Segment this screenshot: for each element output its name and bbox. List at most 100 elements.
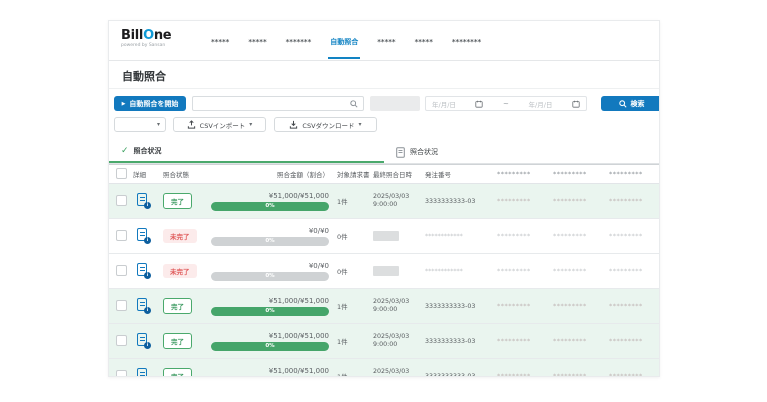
- search-button[interactable]: 検索: [601, 96, 660, 111]
- masked-cell: *********: [495, 302, 551, 310]
- masked-cell: *********: [551, 267, 607, 275]
- search-input[interactable]: [192, 96, 364, 111]
- nav-item-3[interactable]: *******: [284, 24, 314, 58]
- progress-bar: 0%: [211, 377, 329, 378]
- masked-cell: *********: [551, 337, 607, 345]
- doc-line: [140, 197, 145, 198]
- nav-item-auto-reconciliation[interactable]: 自動照合: [328, 23, 360, 59]
- row-checkbox[interactable]: [116, 230, 127, 241]
- invoice-detail-icon[interactable]: i: [137, 298, 150, 313]
- tab-label: 照合状況: [410, 147, 438, 157]
- row-amount-cell: ¥51,000/¥51,000 0%: [205, 367, 335, 378]
- amount-text: ¥0/¥0: [207, 262, 329, 270]
- doc-line: [140, 235, 145, 236]
- row-checkbox-cell: [109, 335, 131, 348]
- invoice-detail-icon[interactable]: i: [137, 368, 150, 378]
- time-line: 9:00:00: [373, 341, 423, 350]
- row-detail-cell: i: [131, 333, 161, 350]
- masked-date-placeholder: [373, 231, 399, 241]
- table-row[interactable]: i 完了 ¥51,000/¥51,000 0% 1件 2025/03/039:0…: [109, 184, 659, 219]
- invoice-detail-icon[interactable]: i: [137, 193, 150, 208]
- time-line: 9:00:00: [373, 306, 423, 315]
- csv-download-button[interactable]: CSVダウンロード ▾: [274, 117, 377, 132]
- order-number: ************: [423, 233, 495, 240]
- amount-text: ¥0/¥0: [207, 227, 329, 235]
- info-badge-icon: i: [144, 342, 151, 349]
- table-row[interactable]: i 完了 ¥51,000/¥51,000 0% 1件 2025/03/039:0…: [109, 359, 659, 377]
- nav-item-5[interactable]: *****: [375, 24, 397, 58]
- date-range-input[interactable]: 年/月/日 ~ 年/月/日: [425, 96, 587, 111]
- row-amount-cell: ¥0/¥0 0%: [205, 227, 335, 246]
- row-checkbox-cell: [109, 230, 131, 243]
- last-matched-datetime: 2025/03/039:00:00: [371, 298, 423, 315]
- logo-text: BillOne: [121, 29, 171, 42]
- date-from-placeholder[interactable]: 年/月/日: [432, 99, 456, 109]
- date-line: 2025/03/03: [373, 333, 423, 342]
- status-badge: 完了: [163, 298, 192, 314]
- masked-cell: *********: [607, 372, 659, 377]
- masked-cell: *********: [495, 372, 551, 377]
- row-detail-cell: i: [131, 193, 161, 210]
- row-checkbox[interactable]: [116, 195, 127, 206]
- date-to-placeholder[interactable]: 年/月/日: [529, 99, 553, 109]
- nav-item-7[interactable]: ********: [450, 24, 483, 58]
- header-masked-2: *********: [551, 170, 607, 178]
- select-all-checkbox[interactable]: [116, 168, 127, 179]
- doc-line: [140, 337, 145, 338]
- table-row[interactable]: i 未完了 ¥0/¥0 0% 0件 ************ *********…: [109, 254, 659, 289]
- invoice-detail-icon[interactable]: i: [137, 228, 150, 243]
- tab-reconciliation-status-active[interactable]: ✓ 照合状況: [109, 141, 384, 163]
- bulk-action-select[interactable]: ▾: [114, 117, 166, 132]
- status-badge: 完了: [163, 368, 192, 377]
- app-window: BillOne powered by Sansan ***** ***** **…: [108, 20, 660, 377]
- calendar-icon[interactable]: [475, 100, 483, 108]
- doc-line: [140, 270, 145, 271]
- progress-label: 0%: [211, 272, 329, 281]
- doc-line: [140, 305, 145, 306]
- header-order-number: 発注番号: [423, 169, 495, 179]
- invoice-detail-icon[interactable]: i: [137, 333, 150, 348]
- masked-filter-field[interactable]: [370, 96, 420, 111]
- csv-import-button[interactable]: CSVインポート ▾: [173, 117, 266, 132]
- table-header-row: 詳細 照合状態 照合金額（割合） 対象請求書 最終照合日時 発注番号 *****…: [109, 165, 659, 184]
- row-checkbox[interactable]: [116, 300, 127, 311]
- order-number: 3333333333-03: [423, 373, 495, 378]
- row-detail-cell: i: [131, 368, 161, 378]
- masked-cell: *********: [551, 197, 607, 205]
- table-row[interactable]: i 完了 ¥51,000/¥51,000 0% 1件 2025/03/039:0…: [109, 324, 659, 359]
- masked-cell: *********: [551, 372, 607, 377]
- tab-reconciliation-status-secondary[interactable]: 照合状況: [384, 141, 659, 163]
- header-amount: 照合金額（割合）: [205, 169, 335, 179]
- progress-bar: 0%: [211, 237, 329, 246]
- check-icon: ✓: [121, 146, 129, 156]
- order-number: ************: [423, 268, 495, 275]
- page-title-bar: 自動照合: [109, 61, 659, 89]
- status-badge: 未完了: [163, 229, 197, 243]
- row-checkbox[interactable]: [116, 335, 127, 346]
- date-range-separator: ~: [503, 100, 509, 108]
- row-checkbox-cell: [109, 300, 131, 313]
- status-badge: 完了: [163, 333, 192, 349]
- search-icon: [350, 100, 358, 108]
- play-icon: ▶: [122, 101, 126, 107]
- table-row[interactable]: i 完了 ¥51,000/¥51,000 0% 1件 2025/03/039:0…: [109, 289, 659, 324]
- table-row[interactable]: i 未完了 ¥0/¥0 0% 0件 ************ *********…: [109, 219, 659, 254]
- nav-item-2[interactable]: *****: [246, 24, 268, 58]
- progress-label: 0%: [211, 237, 329, 246]
- header-masked-1: *********: [495, 170, 551, 178]
- date-line: 2025/03/03: [373, 193, 423, 202]
- row-amount-cell: ¥51,000/¥51,000 0%: [205, 192, 335, 211]
- doc-line: [140, 302, 145, 303]
- invoice-count: 1件: [335, 301, 371, 311]
- row-checkbox[interactable]: [116, 265, 127, 276]
- nav-item-6[interactable]: *****: [413, 24, 435, 58]
- row-checkbox[interactable]: [116, 370, 127, 378]
- progress-bar: 0%: [211, 272, 329, 281]
- invoice-detail-icon[interactable]: i: [137, 263, 150, 278]
- nav-item-1[interactable]: *****: [209, 24, 231, 58]
- start-auto-reconciliation-button[interactable]: ▶ 自動照合を開始: [114, 96, 186, 111]
- row-status-cell: 未完了: [161, 264, 205, 278]
- row-status-cell: 完了: [161, 333, 205, 349]
- calendar-icon[interactable]: [572, 100, 580, 108]
- row-status-cell: 完了: [161, 298, 205, 314]
